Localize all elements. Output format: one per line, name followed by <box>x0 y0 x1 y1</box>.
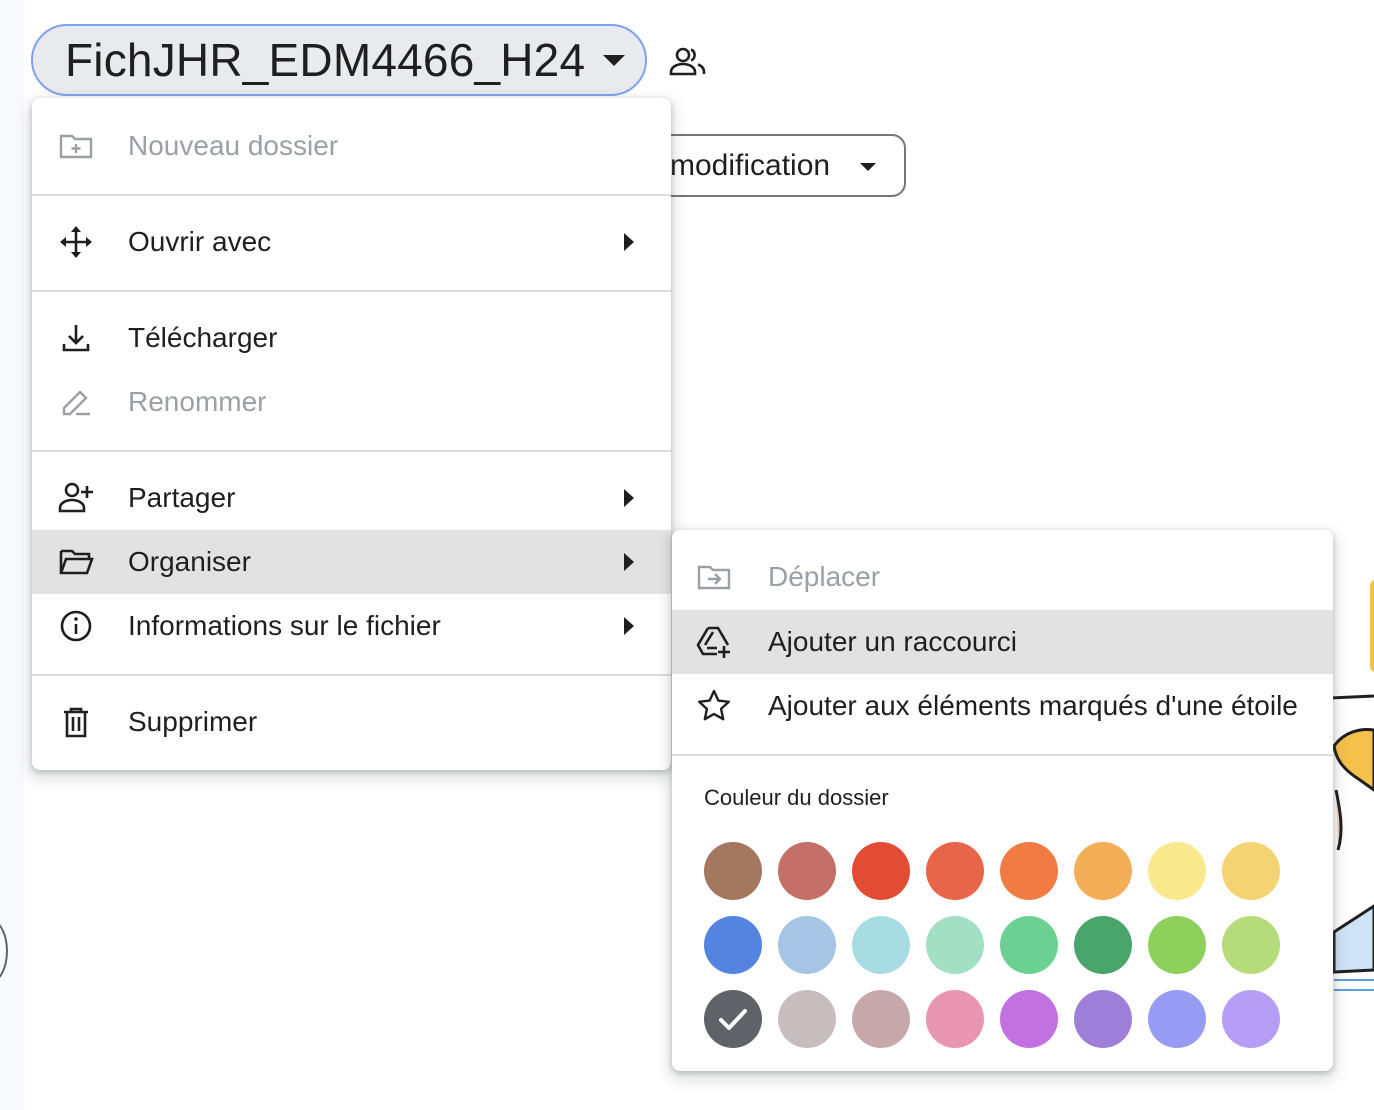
menu-label: Nouveau dossier <box>128 130 339 161</box>
menu-item-share[interactable]: Partager <box>32 466 671 530</box>
folder-title-dropdown[interactable]: FichJHR_EDM4466_H24 <box>31 24 647 96</box>
new-folder-icon <box>59 134 93 159</box>
folder-open-icon <box>59 549 94 575</box>
chevron-right-icon <box>624 233 634 251</box>
menu-label: Déplacer <box>768 561 881 592</box>
menu-divider <box>32 290 671 292</box>
trash-icon <box>64 707 88 738</box>
menu-label: Ajouter un raccourci <box>768 626 1018 657</box>
menu-label: Télécharger <box>128 322 278 353</box>
add-shortcut-icon <box>696 626 730 658</box>
color-swatch[interactable] <box>704 990 762 1048</box>
color-swatch[interactable] <box>1222 916 1280 974</box>
color-swatch[interactable] <box>852 990 910 1048</box>
menu-item-open-with[interactable]: Ouvrir avec <box>32 210 671 274</box>
menu-label: Organiser <box>128 546 251 577</box>
caret-down-icon <box>860 163 876 171</box>
people-icon[interactable] <box>668 44 708 80</box>
menu-item-add-shortcut[interactable]: Ajouter un raccourci <box>672 610 1333 674</box>
caret-down-icon <box>603 54 626 66</box>
chevron-right-icon <box>624 553 634 571</box>
color-swatch[interactable] <box>926 990 984 1048</box>
menu-label: Supprimer <box>128 706 258 737</box>
color-swatch[interactable] <box>1074 916 1132 974</box>
color-swatch[interactable] <box>704 916 762 974</box>
color-swatch[interactable] <box>926 916 984 974</box>
color-swatch[interactable] <box>1074 842 1132 900</box>
folder-color-title: Couleur du dossier <box>704 785 889 810</box>
star-icon <box>698 689 730 721</box>
color-swatch[interactable] <box>1148 842 1206 900</box>
menu-label: Informations sur le fichier <box>128 610 441 641</box>
color-swatch[interactable] <box>1000 916 1058 974</box>
color-swatch[interactable] <box>778 916 836 974</box>
menu-item-star[interactable]: Ajouter aux éléments marqués d'une étoil… <box>672 674 1333 738</box>
open-with-icon <box>60 226 92 258</box>
color-swatch[interactable] <box>1074 990 1132 1048</box>
color-swatch[interactable] <box>1148 916 1206 974</box>
color-swatch[interactable] <box>852 916 910 974</box>
illustration-partial <box>1329 560 1374 1010</box>
color-swatch[interactable] <box>1148 990 1206 1048</box>
menu-item-move[interactable]: Déplacer <box>672 545 1333 609</box>
color-swatch[interactable] <box>1000 990 1058 1048</box>
rename-icon <box>62 390 90 416</box>
move-folder-icon <box>697 565 731 590</box>
color-swatch[interactable] <box>926 842 984 900</box>
menu-item-rename[interactable]: Renommer <box>32 370 671 434</box>
folder-title: FichJHR_EDM4466_H24 <box>65 34 586 86</box>
menu-divider <box>672 754 1333 756</box>
organize-submenu: Déplacer Ajouter un raccourci Ajouter au… <box>672 530 1333 1071</box>
menu-divider <box>32 674 671 676</box>
chevron-right-icon <box>624 489 634 507</box>
menu-label: Ouvrir avec <box>128 226 272 257</box>
info-icon <box>60 610 92 642</box>
menu-item-delete[interactable]: Supprimer <box>32 690 671 754</box>
color-swatch[interactable] <box>778 990 836 1048</box>
menu-item-organize[interactable]: Organiser <box>32 530 671 594</box>
menu-label: Partager <box>128 482 236 513</box>
add-person-icon <box>58 482 93 513</box>
color-swatch[interactable] <box>778 842 836 900</box>
menu-label: Ajouter aux éléments marqués d'une étoil… <box>768 690 1298 721</box>
color-swatch[interactable] <box>1222 842 1280 900</box>
context-menu: Nouveau dossier Ouvrir avec Télécharger … <box>32 98 671 770</box>
checkmark-icon <box>719 1009 747 1030</box>
menu-item-download[interactable]: Télécharger <box>32 306 671 370</box>
menu-item-file-info[interactable]: Informations sur le fichier <box>32 594 671 658</box>
color-swatch[interactable] <box>704 842 762 900</box>
menu-divider <box>32 450 671 452</box>
chevron-right-icon <box>624 617 634 635</box>
filter-label: modification <box>670 149 831 182</box>
color-swatch[interactable] <box>1000 842 1058 900</box>
color-swatch[interactable] <box>852 842 910 900</box>
menu-item-new-folder[interactable]: Nouveau dossier <box>32 114 671 178</box>
download-icon <box>62 325 90 352</box>
menu-label: Renommer <box>128 386 267 417</box>
color-swatch[interactable] <box>1222 990 1280 1048</box>
menu-divider <box>32 194 671 196</box>
